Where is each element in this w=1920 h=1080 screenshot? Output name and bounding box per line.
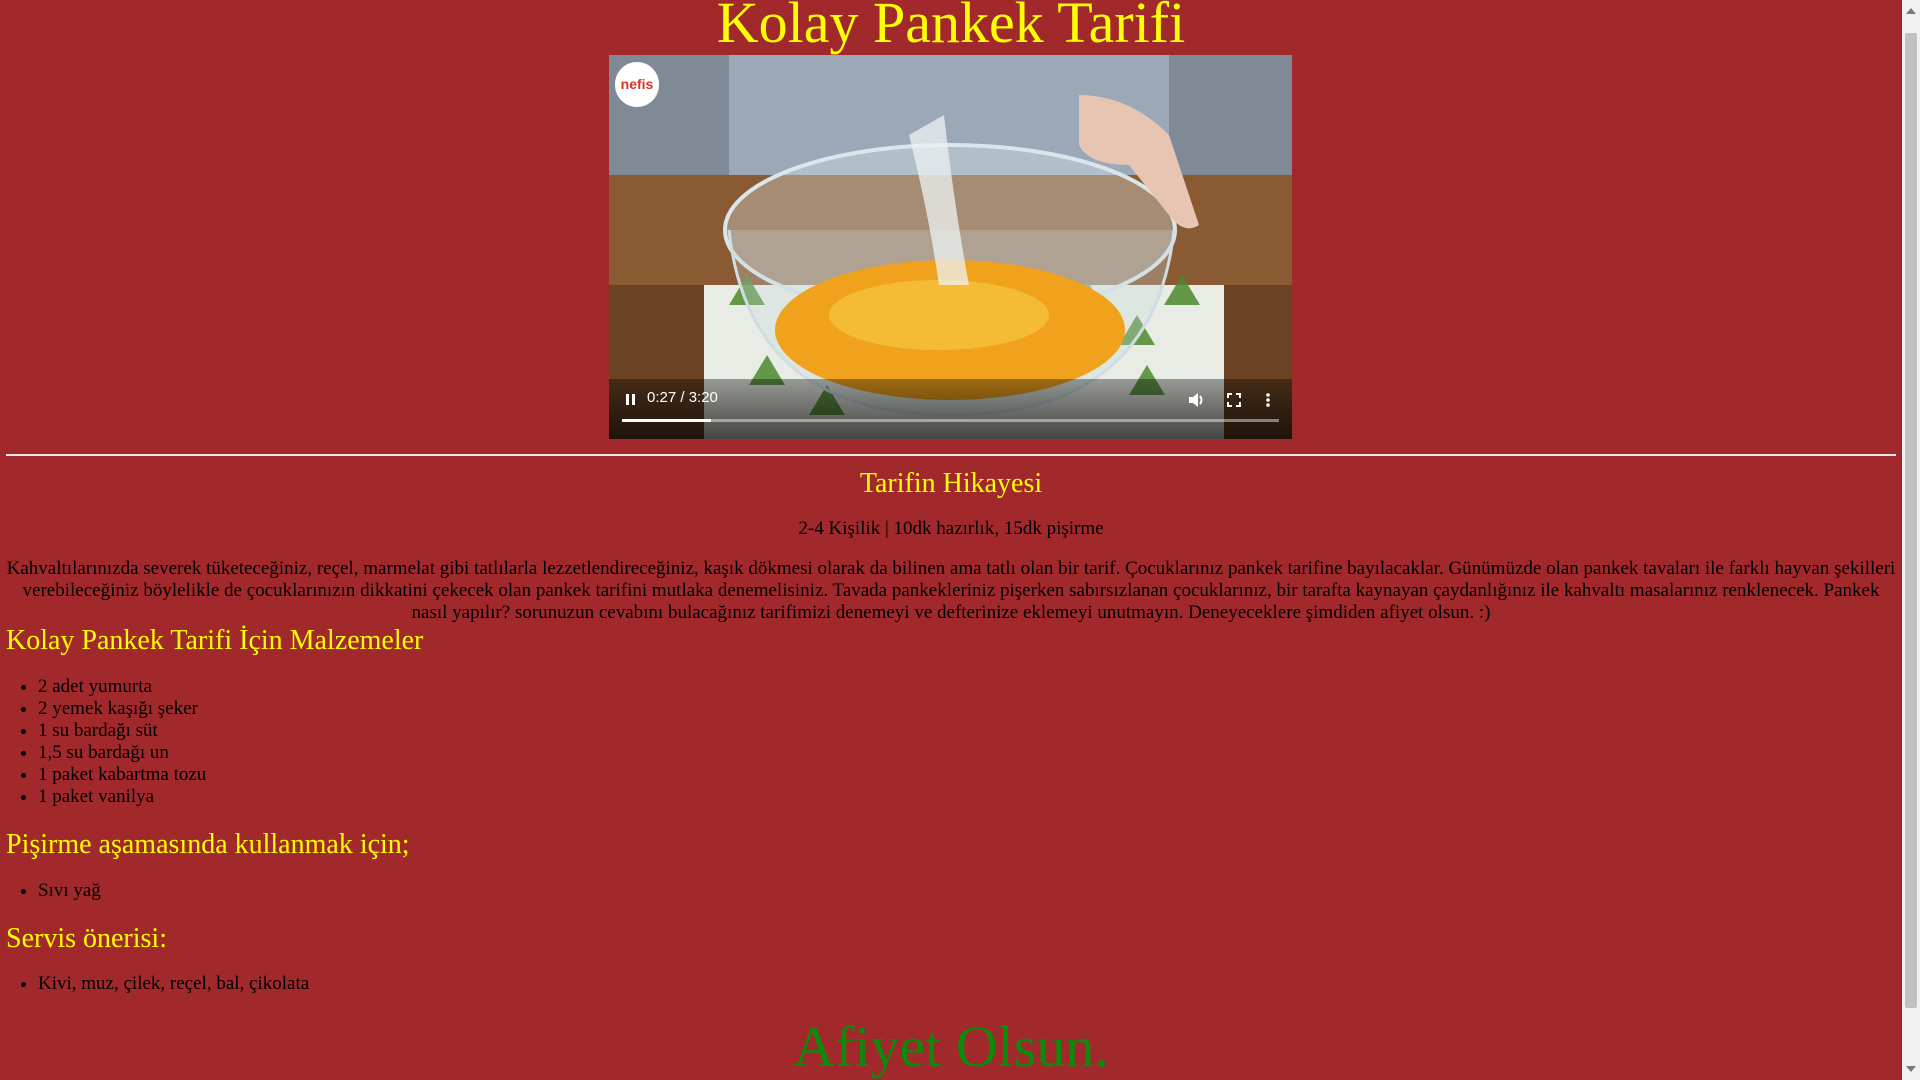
list-item: 1 paket vanilya <box>38 786 206 808</box>
video-time: 0:27 / 3:20 <box>647 389 718 406</box>
list-item: 1 paket kabartma tozu <box>38 764 206 786</box>
volume-button[interactable] <box>1186 390 1206 410</box>
serving-heading: Servis önerisi: <box>6 923 167 954</box>
list-item: 2 yemek kaşığı şeker <box>38 698 206 720</box>
list-item: Sıvı yağ <box>38 880 101 902</box>
video-progress-fill <box>622 419 711 422</box>
list-item: Kivi, muz, çilek, reçel, bal, çikolata <box>38 973 309 995</box>
page-title: Kolay Pankek Tarifi <box>716 0 1186 55</box>
list-item: 2 adet yumurta <box>38 676 206 698</box>
fullscreen-icon <box>1227 393 1241 407</box>
cooking-heading: Pişirme aşamasında kullanmak için; <box>6 829 410 860</box>
divider <box>6 454 1896 456</box>
volume-icon <box>1189 393 1203 407</box>
channel-logo: nefis <box>615 62 659 106</box>
ingredients-heading: Kolay Pankek Tarifi İçin Malzemeler <box>6 625 424 656</box>
pause-icon <box>626 394 629 405</box>
page: Kolay Pankek Tarifi nefis 0:27 / 3:20 Ta… <box>0 0 1902 1080</box>
more-options-icon <box>1266 393 1270 407</box>
pause-button[interactable] <box>621 390 641 410</box>
story-text: Kahvaltılarınızda severek tüketeceğiniz,… <box>6 558 1896 623</box>
pause-icon <box>632 394 635 405</box>
scroll-down-icon[interactable] <box>1906 1066 1916 1072</box>
recipe-meta: 2-4 Kişilik | 10dk hazırlık, 15dk pişirm… <box>798 518 1104 539</box>
scroll-thumb[interactable] <box>1905 33 1917 1008</box>
list-item: 1,5 su bardağı un <box>38 742 206 764</box>
footer-text: Afiyet Olsun. <box>793 1014 1109 1079</box>
list-item: 1 su bardağı süt <box>38 720 206 742</box>
serving-list: Kivi, muz, çilek, reçel, bal, çikolata <box>38 973 309 995</box>
page-scrollbar[interactable] <box>1902 0 1920 1080</box>
fullscreen-button[interactable] <box>1224 390 1244 410</box>
story-heading: Tarifin Hikayesi <box>859 468 1043 499</box>
cooking-list: Sıvı yağ <box>38 880 101 902</box>
more-options-button[interactable] <box>1263 390 1273 410</box>
ingredients-list: 2 adet yumurta 2 yemek kaşığı şeker 1 su… <box>38 676 206 808</box>
video-progress-bar[interactable] <box>622 419 1279 422</box>
recipe-video[interactable]: nefis 0:27 / 3:20 <box>609 55 1292 439</box>
scroll-up-icon[interactable] <box>1906 8 1916 14</box>
